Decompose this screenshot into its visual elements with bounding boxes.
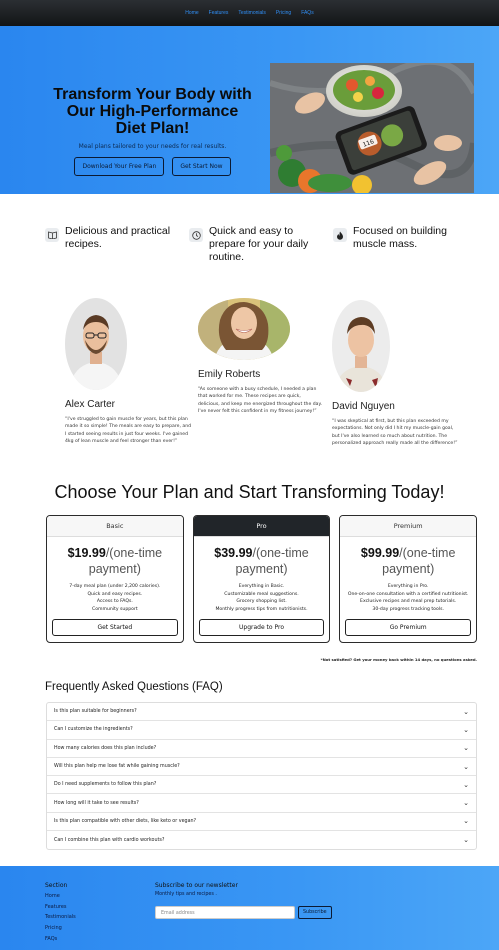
hero-section: Transform Your Body with Our High-Perfor…: [0, 26, 499, 194]
faq-item[interactable]: Will this plan help me lose fat while ga…: [47, 758, 476, 777]
footer-link-pricing[interactable]: Pricing: [45, 923, 76, 934]
chevron-down-icon: ⌄: [463, 799, 469, 808]
guarantee-note: *Not satisfied? Get your money back with…: [320, 657, 477, 662]
book-icon: [45, 228, 59, 242]
hero-text: Transform Your Body with Our High-Perfor…: [50, 86, 255, 176]
nav-link-features[interactable]: Features: [209, 10, 229, 16]
avatar: [198, 298, 290, 360]
footer-link-testimonials[interactable]: Testimonials: [45, 912, 76, 923]
testimonial-name: Emily Roberts: [198, 369, 261, 380]
testimonial-quote: “I've struggled to gain muscle for years…: [65, 417, 192, 445]
testimonial-quote: “I was skeptical at first, but this plan…: [332, 419, 458, 447]
feature-text: Quick and easy to prepare for your daily…: [209, 225, 309, 263]
go-premium-button[interactable]: Go Premium: [345, 619, 472, 636]
footer-links: Home Features Testimonials Pricing FAQs: [45, 891, 76, 945]
nav-link-pricing[interactable]: Pricing: [276, 10, 291, 16]
plan-name: Premium: [340, 516, 477, 537]
faq-accordion: Is this plan suitable for beginners? ⌄ Ca…: [46, 702, 477, 851]
newsletter-title: Subscribe to our newsletter: [155, 882, 238, 889]
footer-link-faqs[interactable]: FAQs: [45, 934, 76, 945]
navbar: Home Features Testimonials Pricing FAQs: [0, 0, 499, 26]
chevron-down-icon: ⌄: [463, 817, 469, 826]
chevron-down-icon: ⌄: [463, 780, 469, 789]
hero-title: Transform Your Body with Our High-Perfor…: [53, 86, 252, 137]
testimonial-name: Alex Carter: [65, 399, 116, 410]
faq-item[interactable]: Do I need supplements to follow this pla…: [47, 776, 476, 795]
chevron-down-icon: ⌄: [463, 744, 469, 753]
plan-card-pro: Pro $39.99/(one-time payment) Everything…: [192, 515, 331, 643]
avatar: [332, 300, 390, 392]
download-plan-button[interactable]: Download Your Free Plan: [74, 157, 165, 176]
plan-name: Pro: [193, 516, 330, 537]
plan-price: $19.99/(one-time payment): [67, 546, 163, 576]
faq-item[interactable]: Can I combine this plan with cardio work…: [47, 831, 476, 849]
nav-link-testimonials[interactable]: Testimonials: [238, 10, 266, 16]
chevron-down-icon: ⌄: [463, 725, 469, 734]
testimonial-card: David Nguyen “I was skeptical at first, …: [332, 300, 462, 448]
footer-section-title: Section: [45, 882, 68, 889]
chevron-down-icon: ⌄: [463, 836, 469, 845]
clock-icon: [189, 228, 203, 242]
hero-subtitle: Meal plans tailored to your needs for re…: [78, 143, 227, 150]
feature-item: Delicious and practical recipes.: [45, 225, 177, 264]
feature-text: Focused on building muscle mass.: [353, 225, 447, 250]
avatar: [65, 298, 127, 390]
testimonial-name: David Nguyen: [332, 401, 395, 412]
hero-food-image: 116: [270, 63, 474, 193]
faq-item[interactable]: Can I customize the ingredients? ⌄: [47, 721, 476, 740]
newsletter-description: Monthly tips and recipes .: [155, 892, 217, 897]
feature-item: Focused on building muscle mass.: [333, 225, 465, 264]
footer-link-features[interactable]: Features: [45, 902, 76, 913]
pricing-cards: Basic $19.99/(one-time payment) 7-day me…: [46, 515, 478, 643]
features-section: Delicious and practical recipes. Quick a…: [45, 225, 465, 264]
testimonial-card: Alex Carter “I've struggled to gain musc…: [65, 298, 195, 446]
subscribe-button[interactable]: Subscribe: [298, 906, 332, 919]
plan-name: Basic: [47, 516, 183, 537]
faq-item[interactable]: How many calories does this plan include…: [47, 740, 476, 758]
plan-price: $99.99/(one-time payment): [360, 546, 456, 576]
testimonial-card: Emily Roberts “As someone with a busy sc…: [198, 298, 328, 416]
plan-features: 7-day meal plan (under 2,200 calories). …: [69, 584, 161, 612]
pricing-title: Choose Your Plan and Start Transforming …: [54, 482, 445, 502]
faq-item[interactable]: How long will it take to see results? ⌄: [47, 794, 476, 813]
plan-card-basic: Basic $19.99/(one-time payment) 7-day me…: [46, 515, 184, 643]
nav-link-faqs[interactable]: FAQs: [301, 10, 314, 16]
faq-item[interactable]: Is this plan suitable for beginners? ⌄: [47, 703, 476, 722]
plan-features: Everything in Pro. One-on-one consultati…: [347, 584, 469, 612]
faq-item[interactable]: Is this plan compatible with other diets…: [47, 813, 476, 832]
faq-title: Frequently Asked Questions (FAQ): [45, 681, 223, 693]
feature-text: Delicious and practical recipes.: [65, 225, 171, 250]
plan-card-premium: Premium $99.99/(one-time payment) Everyt…: [339, 515, 478, 643]
feature-item: Quick and easy to prepare for your daily…: [189, 225, 321, 264]
chevron-down-icon: ⌄: [463, 707, 469, 716]
testimonial-quote: “As someone with a busy schedule, I need…: [198, 387, 322, 415]
email-field[interactable]: Email address: [155, 906, 295, 919]
healthy-food-photo: 116: [270, 63, 474, 193]
plan-features: Everything in Basic. Customizable meal s…: [215, 584, 308, 612]
upgrade-to-pro-button[interactable]: Upgrade to Pro: [198, 619, 325, 636]
flame-icon: [333, 228, 347, 242]
footer: Section Home Features Testimonials Prici…: [0, 866, 499, 950]
footer-link-home[interactable]: Home: [45, 891, 76, 902]
get-start-button[interactable]: Get Start Now: [172, 157, 231, 176]
chevron-down-icon: ⌄: [463, 762, 469, 771]
get-started-button[interactable]: Get Started: [52, 619, 178, 636]
nav-link-home[interactable]: Home: [185, 10, 198, 16]
plan-price: $39.99/(one-time payment): [214, 546, 309, 576]
